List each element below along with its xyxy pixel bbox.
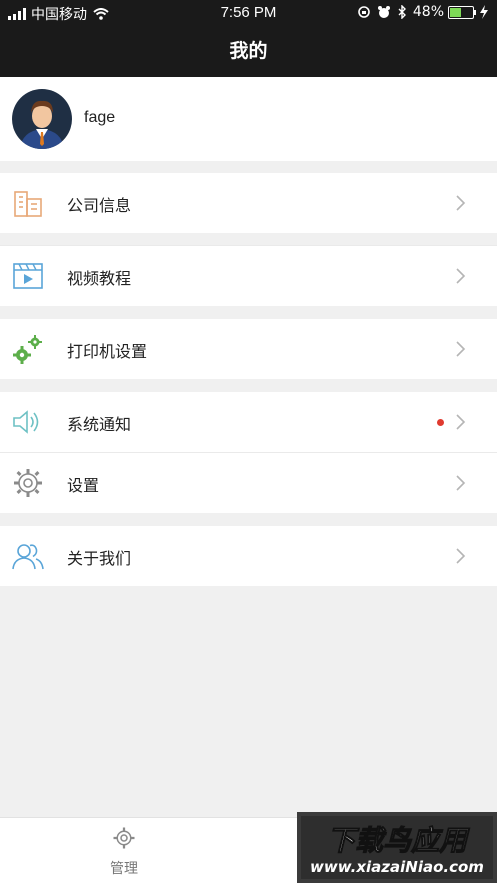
chevron-right-icon [456, 414, 466, 430]
rotation-lock-icon [358, 6, 370, 18]
avatar[interactable] [12, 89, 72, 149]
unread-badge [437, 419, 444, 426]
menu-item-video-tutorials[interactable]: 视频教程 [0, 246, 497, 306]
menu-item-printer-settings[interactable]: 打印机设置 [0, 319, 497, 379]
menu-item-system-notifications[interactable]: 系统通知 [0, 392, 497, 452]
tab-label: 管理 [110, 861, 138, 877]
status-bar: 中国移动 7:56 PM 48% [0, 0, 497, 25]
video-icon [13, 263, 43, 289]
battery-percent: 48% [412, 4, 444, 20]
menu-item-label: 关于我们 [67, 549, 132, 568]
menu-item-label: 设置 [67, 476, 100, 495]
username: fage [84, 109, 116, 126]
speaker-icon [13, 410, 39, 434]
chevron-right-icon [456, 475, 466, 491]
tab-manage[interactable]: 管理 [74, 826, 174, 878]
profile-card[interactable]: fage [0, 77, 497, 161]
menu-item-label: 公司信息 [67, 196, 132, 215]
menu-item-about-us[interactable]: 关于我们 [0, 526, 497, 586]
people-icon [12, 544, 44, 570]
menu-item-label: 打印机设置 [67, 342, 148, 361]
charging-icon [480, 5, 488, 19]
battery-icon [448, 5, 476, 19]
watermark-logo: 下载鸟应用 www.xiazaiNiao.com [297, 812, 497, 883]
svg-text:www.xiazaiNiao.com: www.xiazaiNiao.com [310, 858, 484, 876]
chevron-right-icon [456, 268, 466, 284]
menu-item-label: 视频教程 [67, 269, 132, 288]
bluetooth-icon [398, 5, 406, 19]
chevron-right-icon [456, 195, 466, 211]
gear-icon [113, 827, 135, 849]
gear-icon [14, 469, 42, 497]
menu-item-company-info[interactable]: 公司信息 [0, 173, 497, 233]
alarm-icon [377, 6, 390, 18]
page-title: 我的 [0, 25, 497, 77]
menu-item-settings[interactable]: 设置 [0, 453, 497, 513]
menu-item-label: 系统通知 [67, 415, 132, 434]
svg-text:下载鸟应用: 下载鸟应用 [327, 824, 470, 857]
building-icon [14, 191, 42, 217]
chevron-right-icon [456, 548, 466, 564]
gears-icon [13, 335, 42, 364]
chevron-right-icon [456, 341, 466, 357]
